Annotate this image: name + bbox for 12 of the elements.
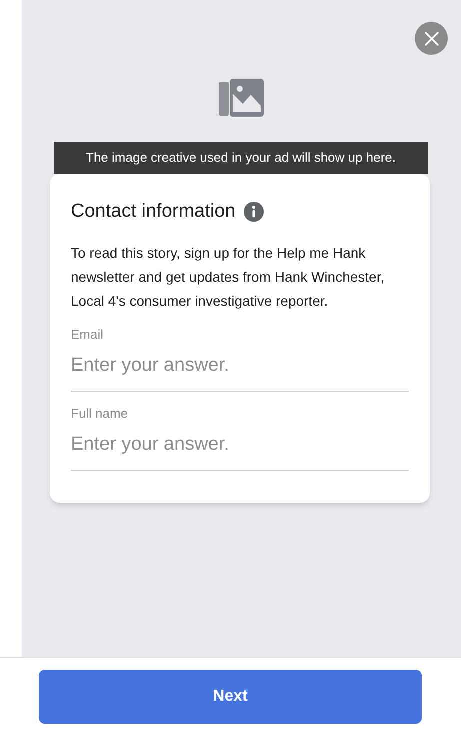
- form-title: Contact information: [71, 200, 236, 224]
- info-icon[interactable]: [244, 202, 264, 222]
- next-button[interactable]: Next: [39, 670, 422, 724]
- preview-caption: The image creative used in your ad will show up here.: [54, 142, 428, 174]
- image-icon: [218, 78, 264, 118]
- close-button[interactable]: [415, 22, 448, 55]
- form-description: To read this story, sign up for the Help me Hank newsletter and get updates from Hank Winchester, Local 4's consumer investigative reporter.: [71, 244, 386, 311]
- field-label: Email: [71, 326, 105, 344]
- answer-field[interactable]: Enter your answer.: [71, 431, 409, 470]
- answer-field[interactable]: Enter your answer.: [71, 352, 409, 392]
- close-icon: [424, 30, 440, 46]
- field-label: Full name: [71, 404, 130, 422]
